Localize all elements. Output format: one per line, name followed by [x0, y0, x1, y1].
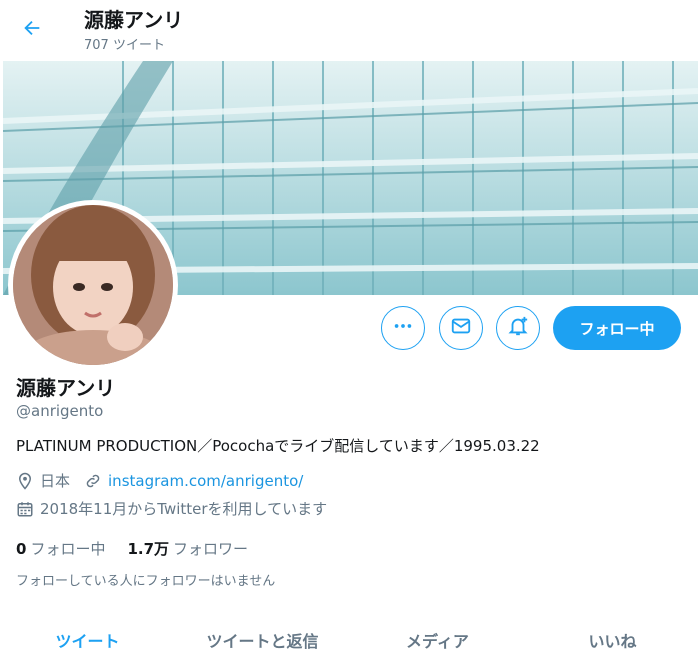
tab-media[interactable]: メディア — [350, 618, 525, 665]
meta-location-link-row: 日本 instagram.com/anrigento/ — [16, 470, 303, 491]
followers-count: 1.7万 — [127, 540, 170, 558]
profile-handle: @anrigento — [16, 402, 104, 420]
message-icon — [450, 315, 472, 341]
back-arrow-icon — [21, 17, 43, 43]
profile-website-link[interactable]: instagram.com/anrigento/ — [108, 472, 303, 490]
calendar-icon — [16, 500, 34, 518]
more-icon — [392, 315, 414, 341]
profile-tabs: ツイート ツイートと返信 メディア いいね — [0, 618, 700, 665]
avatar-frame[interactable] — [8, 200, 178, 370]
location-icon — [16, 472, 34, 490]
profile-location: 日本 — [40, 472, 71, 490]
meta-joined-row: 2018年11月からTwitterを利用しています — [16, 498, 327, 519]
header-title: 源藤アンリ — [84, 8, 184, 32]
tab-tweets-and-replies[interactable]: ツイートと返信 — [175, 618, 350, 665]
followers-label: フォロワー — [173, 540, 249, 558]
following-label: フォロー中 — [30, 540, 106, 558]
following-count: 0 — [16, 540, 27, 558]
followers-stat[interactable]: 1.7万 フォロワー — [127, 538, 248, 559]
followers-you-know-note: フォローしている人にフォロワーはいません — [16, 574, 276, 589]
profile-name: 源藤アンリ — [16, 376, 116, 400]
message-button[interactable] — [439, 306, 483, 350]
notifications-button[interactable] — [496, 306, 540, 350]
top-bar: 源藤アンリ 707 ツイート — [0, 0, 700, 60]
link-icon — [84, 472, 102, 490]
more-button[interactable] — [381, 306, 425, 350]
profile-bio: PLATINUM PRODUCTION／Pocochaでライブ配信しています／1… — [16, 437, 540, 455]
tab-likes[interactable]: いいね — [525, 618, 700, 665]
tab-tweets[interactable]: ツイート — [0, 618, 175, 665]
back-button[interactable] — [14, 12, 50, 48]
following-button[interactable]: フォロー中 — [553, 306, 681, 350]
profile-joined: 2018年11月からTwitterを利用しています — [40, 500, 328, 518]
avatar[interactable] — [13, 205, 173, 365]
following-stat[interactable]: 0 フォロー中 — [16, 538, 105, 559]
tweet-count: 707 ツイート — [84, 38, 165, 53]
bell-plus-icon — [507, 315, 529, 341]
follow-stats: 0 フォロー中 1.7万 フォロワー — [16, 538, 248, 559]
